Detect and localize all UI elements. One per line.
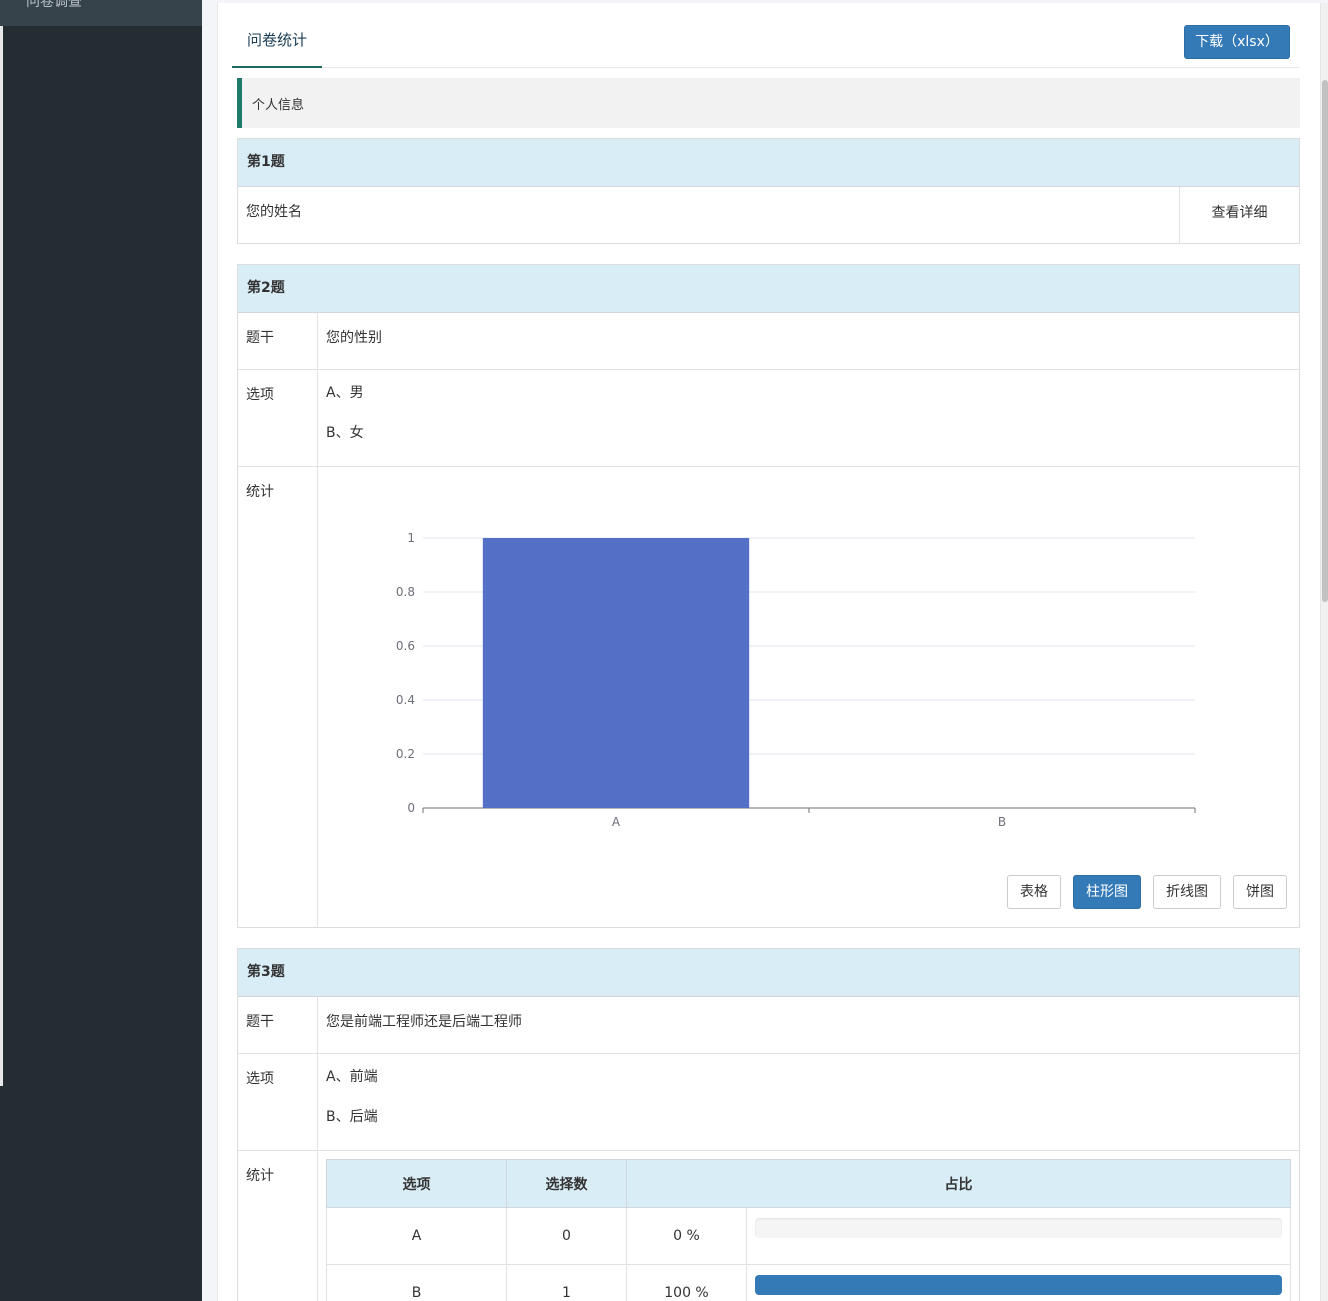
column-header-option: 选项 bbox=[326, 1159, 507, 1208]
line-chart-button[interactable]: 折线图 bbox=[1153, 875, 1221, 909]
y-tick-label: 0 bbox=[407, 801, 415, 815]
question-title: 第3题 bbox=[238, 949, 1299, 997]
options-row: 选项 A、前端 B、后端 bbox=[238, 1054, 1299, 1151]
count-cell: 0 bbox=[506, 1207, 627, 1265]
section-heading: 个人信息 bbox=[237, 78, 1300, 128]
view-detail-button[interactable]: 查看详细 bbox=[1179, 187, 1299, 243]
question-panel-1: 第1题 您的姓名 查看详细 bbox=[237, 138, 1300, 244]
table-view-button[interactable]: 表格 bbox=[1007, 875, 1061, 909]
bar-a bbox=[482, 538, 750, 808]
stem-label: 题干 bbox=[238, 313, 318, 369]
option-item: A、男 bbox=[326, 385, 364, 401]
options-row: 选项 A、男 B、女 bbox=[238, 370, 1299, 467]
stats-row: 统计 选项 选择数 占比 A 0 0 % B 1 100 % bbox=[238, 1151, 1299, 1301]
chart-type-buttons: 表格 柱形图 折线图 饼图 bbox=[995, 875, 1287, 909]
stats-label: 统计 bbox=[238, 467, 318, 927]
x-tick-label: B bbox=[998, 815, 1006, 829]
options-label: 选项 bbox=[238, 1054, 318, 1150]
sidebar-edge bbox=[0, 26, 3, 1086]
question-text: 您是前端工程师还是后端工程师 bbox=[326, 1014, 522, 1030]
sidebar-item-label: 问卷调查 bbox=[26, 0, 82, 10]
percent-cell: 0 % bbox=[626, 1207, 747, 1265]
bar-chart-button[interactable]: 柱形图 bbox=[1073, 875, 1141, 909]
option-item: B、后端 bbox=[326, 1109, 378, 1125]
option-item: B、女 bbox=[326, 425, 364, 441]
bar-chart: 0 0.2 0.4 0.6 0.8 1 A B bbox=[396, 531, 1196, 829]
question-title: 第1题 bbox=[238, 139, 1299, 187]
option-cell: A bbox=[326, 1207, 507, 1265]
tab-bar: 问卷统计 下载（xlsx） bbox=[232, 14, 1300, 68]
table-row: A 0 0 % bbox=[326, 1207, 1291, 1265]
stats-table: 选项 选择数 占比 A 0 0 % B 1 100 % bbox=[326, 1159, 1291, 1301]
y-tick-label: 0.6 bbox=[396, 639, 415, 653]
section-title: 个人信息 bbox=[252, 98, 305, 113]
progress-cell bbox=[746, 1207, 1291, 1265]
option-item: A、前端 bbox=[326, 1069, 378, 1085]
question-text: 您的性别 bbox=[326, 330, 382, 346]
question-panel-2: 第2题 题干 您的性别 选项 A、男 B、女 统计 0 0.2 0.4 0.6 0.8 1… bbox=[237, 264, 1300, 928]
y-tick-label: 0.4 bbox=[396, 693, 415, 707]
question-row: 您的姓名 查看详细 bbox=[238, 187, 1299, 243]
stats-label: 统计 bbox=[238, 1151, 318, 1301]
stats-row: 统计 0 0.2 0.4 0.6 0.8 1 A B 表格 柱形图 折线图 饼图 bbox=[238, 467, 1299, 927]
count-cell: 1 bbox=[506, 1264, 627, 1301]
column-header-percent: 占比 bbox=[626, 1159, 1291, 1208]
question-title: 第2题 bbox=[238, 265, 1299, 313]
download-xlsx-button[interactable]: 下载（xlsx） bbox=[1184, 25, 1290, 59]
sidebar: 问卷调查 bbox=[0, 0, 202, 1301]
progress-cell bbox=[746, 1264, 1291, 1301]
percent-cell: 100 % bbox=[626, 1264, 747, 1301]
progress-fill bbox=[755, 1275, 1282, 1295]
y-tick-label: 0.2 bbox=[396, 747, 415, 761]
option-cell: B bbox=[326, 1264, 507, 1301]
vertical-scrollbar[interactable] bbox=[1320, 3, 1328, 1301]
x-tick-label: A bbox=[612, 815, 621, 829]
y-tick-label: 1 bbox=[407, 531, 415, 545]
question-text: 您的姓名 bbox=[246, 204, 302, 220]
table-row: B 1 100 % bbox=[326, 1264, 1291, 1301]
progress-bar bbox=[755, 1275, 1282, 1295]
stem-row: 题干 您是前端工程师还是后端工程师 bbox=[238, 997, 1299, 1054]
y-tick-label: 0.8 bbox=[396, 585, 415, 599]
progress-bar bbox=[755, 1218, 1282, 1238]
column-header-count: 选择数 bbox=[506, 1159, 627, 1208]
tab-survey-stats[interactable]: 问卷统计 bbox=[232, 14, 322, 68]
pie-chart-button[interactable]: 饼图 bbox=[1233, 875, 1287, 909]
stem-row: 题干 您的性别 bbox=[238, 313, 1299, 370]
question-panel-3: 第3题 题干 您是前端工程师还是后端工程师 选项 A、前端 B、后端 统计 选项… bbox=[237, 948, 1300, 1301]
sidebar-item-survey[interactable]: 问卷调查 bbox=[0, 0, 202, 26]
options-label: 选项 bbox=[238, 370, 318, 466]
scrollbar-thumb[interactable] bbox=[1322, 80, 1328, 602]
stem-label: 题干 bbox=[238, 997, 318, 1053]
